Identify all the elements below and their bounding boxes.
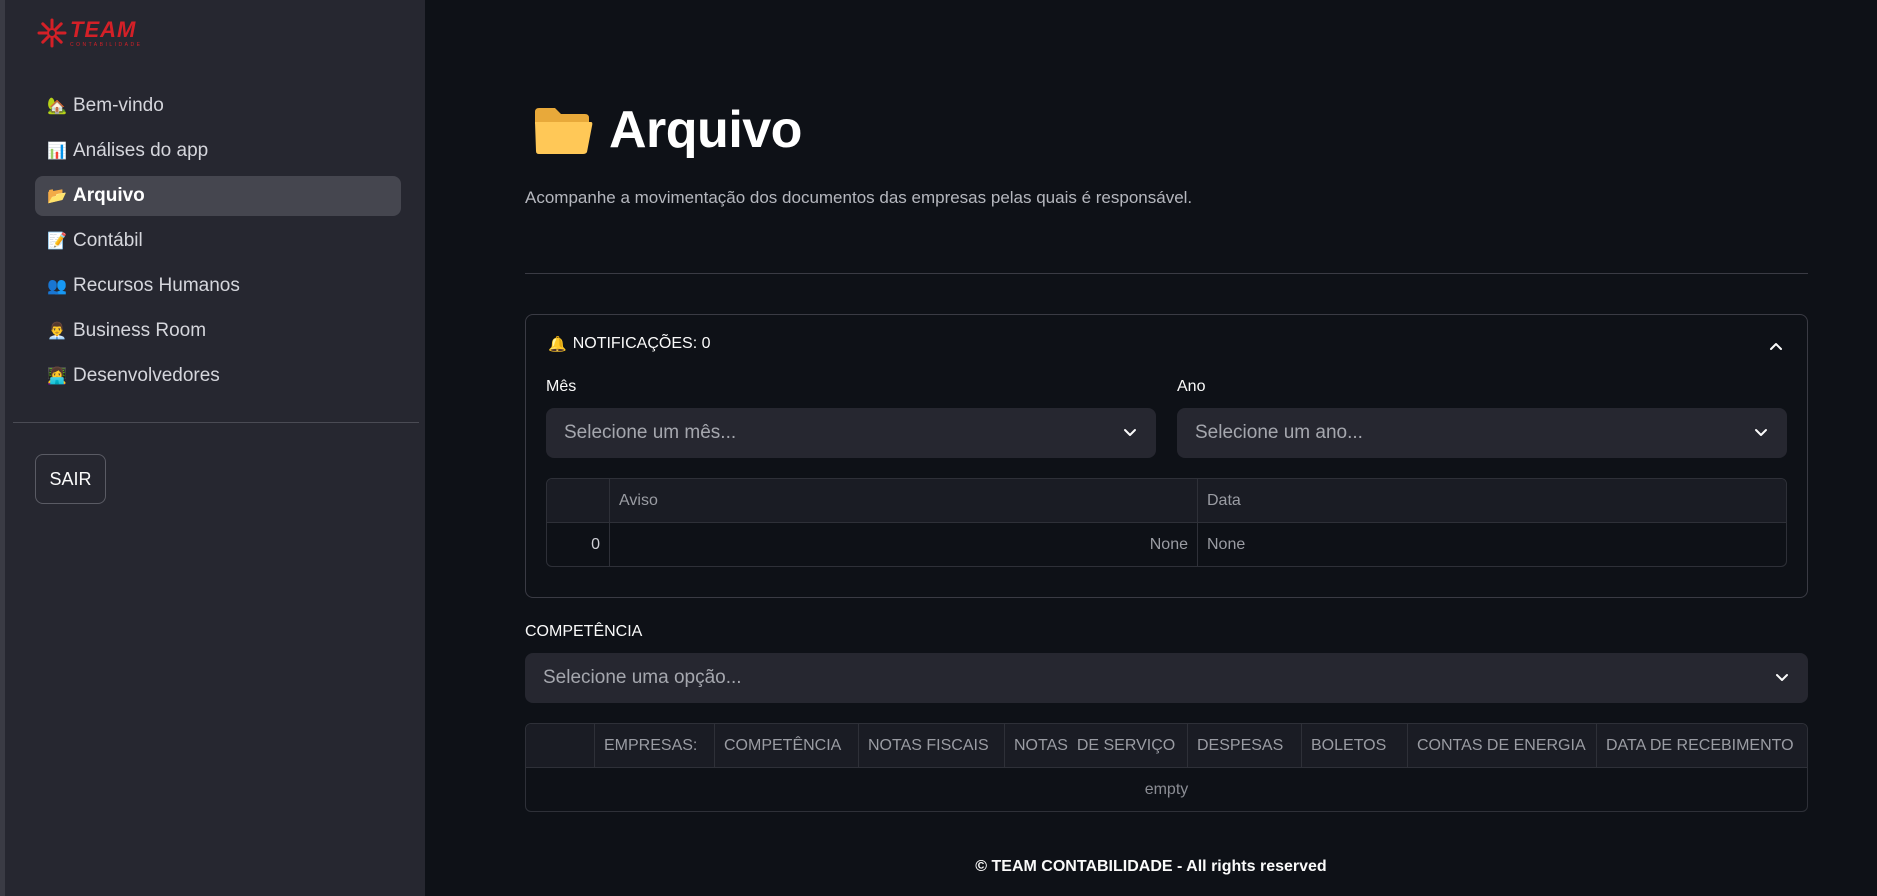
sidebar-item-label: Contábil	[73, 230, 143, 251]
notifications-title: NOTIFICAÇÕES: 0	[572, 335, 711, 352]
month-label: Mês	[546, 378, 577, 395]
month-select[interactable]: Selecione um mês...	[546, 408, 1156, 458]
main-content: Arquivo Acompanhe a movimentação dos doc…	[425, 0, 1877, 896]
memo-icon: 📝	[47, 233, 67, 250]
table-row: 0 None None	[547, 523, 1786, 566]
year-select-placeholder: Selecione um ano...	[1195, 422, 1363, 443]
people-icon: 👥	[47, 278, 67, 295]
column-header-despesas[interactable]: DESPESAS	[1188, 724, 1302, 767]
sidebar-item-label: Bem-vindo	[73, 95, 164, 116]
brand-name: TEAM	[70, 16, 137, 42]
businessman-icon: 👨‍💼	[47, 323, 67, 340]
folder-icon	[535, 108, 593, 154]
brand-logo: TEAM CONTABILIDADE	[37, 18, 142, 48]
competencia-select-placeholder: Selecione uma opção...	[543, 667, 742, 688]
sunburst-logo-icon	[37, 18, 67, 48]
sidebar-divider	[13, 422, 419, 423]
chevron-down-icon	[1776, 674, 1788, 681]
chevron-up-icon[interactable]	[1769, 339, 1783, 353]
year-label: Ano	[1177, 378, 1206, 395]
divider	[525, 273, 1808, 274]
table-empty-message: empty	[1144, 780, 1189, 798]
footer: © TEAM CONTABILIDADE - All rights reserv…	[975, 858, 1327, 875]
column-header-competencia[interactable]: COMPETÊNCIA	[715, 724, 859, 767]
sidebar-item-bem-vindo[interactable]: 🏡 Bem-vindo	[35, 86, 401, 126]
page-title: Arquivo	[533, 100, 802, 160]
sidebar-item-desenvolvedores[interactable]: 👩‍💻 Desenvolvedores	[35, 356, 401, 396]
folder-icon: 📂	[47, 188, 67, 205]
logout-button[interactable]: SAIR	[35, 454, 106, 504]
notifications-header[interactable]: 🔔 NOTIFICAÇÕES: 0	[548, 335, 710, 353]
sidebar-item-label: Recursos Humanos	[73, 275, 240, 296]
sidebar-item-arquivo[interactable]: 📂 Arquivo	[35, 176, 401, 216]
bell-icon: 🔔	[548, 336, 567, 353]
column-header-index	[526, 724, 595, 767]
notifications-expander: 🔔 NOTIFICAÇÕES: 0 Mês Selecione um mês..…	[525, 314, 1808, 598]
row-index: 0	[547, 523, 610, 566]
chevron-down-icon	[1124, 429, 1136, 436]
column-header-data[interactable]: Data	[1198, 479, 1786, 522]
column-header-notas-servico[interactable]: NOTAS DE SERVIÇO	[1005, 724, 1188, 767]
app: TEAM CONTABILIDADE 🏡 Bem-vindo 📊 Análise…	[0, 0, 1877, 896]
chevron-down-icon	[1755, 429, 1767, 436]
bar-chart-icon: 📊	[47, 143, 67, 160]
sidebar-item-analises[interactable]: 📊 Análises do app	[35, 131, 401, 171]
column-header-boletos[interactable]: BOLETOS	[1302, 724, 1408, 767]
sidebar-item-business-room[interactable]: 👨‍💼 Business Room	[35, 311, 401, 351]
sidebar-item-label: Análises do app	[73, 140, 209, 161]
sidebar-item-label: Arquivo	[73, 185, 145, 206]
sidebar-item-label: Business Room	[73, 320, 207, 341]
page-title-text: Arquivo	[609, 101, 802, 159]
documents-table[interactable]: EMPRESAS: COMPETÊNCIA NOTAS FISCAIS NOTA…	[525, 723, 1808, 812]
house-icon: 🏡	[47, 98, 67, 115]
sidebar-nav: 🏡 Bem-vindo 📊 Análises do app 📂 Arquivo …	[35, 86, 401, 401]
year-select[interactable]: Selecione um ano...	[1177, 408, 1787, 458]
column-header-index	[547, 479, 610, 522]
column-header-data-recebimento[interactable]: DATA DE RECEBIMENTO	[1597, 724, 1807, 767]
competencia-select[interactable]: Selecione uma opção...	[525, 653, 1808, 703]
column-header-aviso[interactable]: Aviso	[610, 479, 1198, 522]
sidebar-item-contabil[interactable]: 📝 Contábil	[35, 221, 401, 261]
sidebar-item-label: Desenvolvedores	[73, 365, 220, 386]
brand-tagline: CONTABILIDADE	[70, 41, 143, 48]
developer-icon: 👩‍💻	[47, 368, 67, 385]
month-select-placeholder: Selecione um mês...	[564, 422, 737, 443]
cell-data: None	[1207, 535, 1246, 553]
sidebar-item-recursos-humanos[interactable]: 👥 Recursos Humanos	[35, 266, 401, 306]
table-header: Aviso Data	[547, 479, 1786, 523]
column-header-empresas[interactable]: EMPRESAS:	[595, 724, 715, 767]
notifications-table[interactable]: Aviso Data 0 None None	[546, 478, 1787, 567]
page-subtitle: Acompanhe a movimentação dos documentos …	[525, 188, 1193, 207]
column-header-notas-fiscais[interactable]: NOTAS FISCAIS	[859, 724, 1005, 767]
competencia-label: COMPETÊNCIA	[525, 623, 643, 640]
sidebar: TEAM CONTABILIDADE 🏡 Bem-vindo 📊 Análise…	[0, 0, 425, 896]
column-header-contas-energia[interactable]: CONTAS DE ENERGIA	[1408, 724, 1597, 767]
cell-aviso: None	[610, 523, 1198, 566]
table-header: EMPRESAS: COMPETÊNCIA NOTAS FISCAIS NOTA…	[526, 724, 1807, 768]
